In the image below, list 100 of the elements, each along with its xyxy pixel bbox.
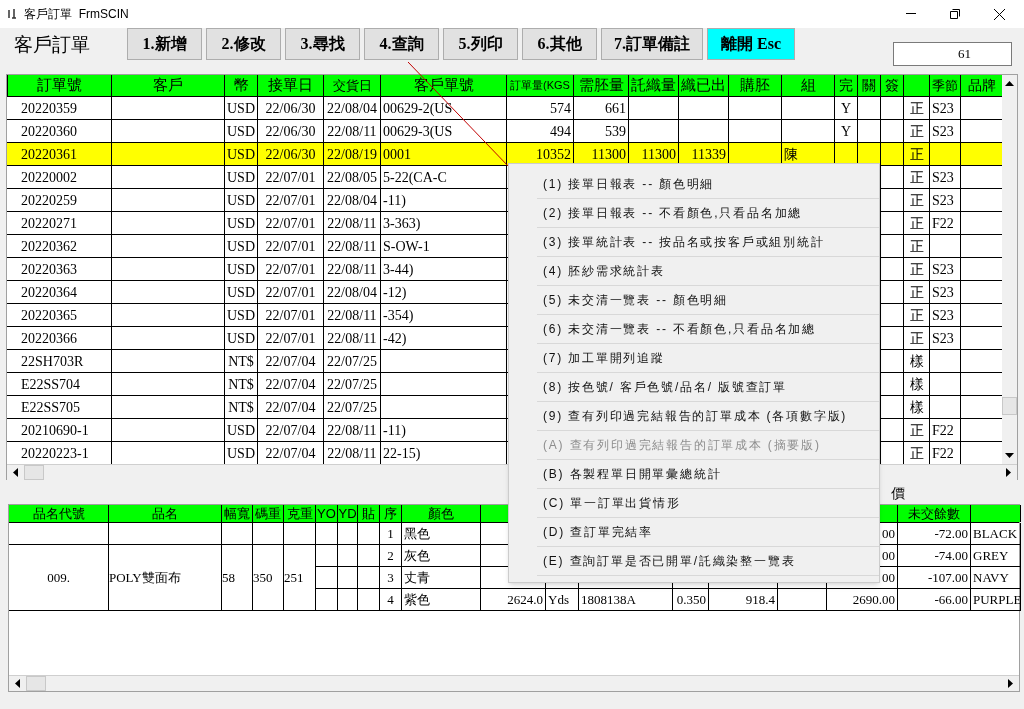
minimize-icon[interactable] xyxy=(906,13,916,15)
table-cell-text: E22SS704 xyxy=(21,375,81,394)
table-cell-text: -74.00 xyxy=(934,546,968,565)
order-row[interactable]: 20220360 USD 22/06/30 22/08/11 00629-3(US 494 539 Y 正 S23 xyxy=(7,120,1002,143)
toolbar-button[interactable]: 離開 Esc xyxy=(707,28,795,60)
column-header: 關 xyxy=(858,75,881,96)
table-cell-text: 丈青 xyxy=(404,568,430,587)
scrollbar-thumb[interactable] xyxy=(26,676,46,691)
table-cell-text: 22/07/01 xyxy=(265,191,316,210)
scrollbar-thumb[interactable] xyxy=(24,465,44,480)
toolbar-button[interactable]: 7.訂單備註 xyxy=(601,28,703,60)
column-header: 需胚量 xyxy=(574,75,629,96)
table-cell-text: 樣 xyxy=(909,352,924,371)
menu-item[interactable]: (D) 查訂單完結率 xyxy=(537,518,879,547)
order-row[interactable]: 20220361 USD 22/06/30 22/08/19 0001 10352 11300 11300 11339 陳 正 xyxy=(7,143,1002,166)
table-cell-text: 正 xyxy=(909,260,924,279)
table-cell-text: 539 xyxy=(605,122,626,141)
menu-item[interactable]: (E) 查詢訂單是否已開單/託織染整一覽表 xyxy=(537,547,879,576)
restore-icon[interactable] xyxy=(950,9,960,19)
right-arrow-icon xyxy=(1008,679,1013,688)
table-cell-text: 20220360 xyxy=(21,122,77,141)
column-header: 品牌 xyxy=(961,75,1002,96)
table-cell-text: 574 xyxy=(550,99,571,118)
close-icon[interactable] xyxy=(994,8,1005,20)
form-title: 客戶訂單 xyxy=(14,33,91,57)
table-cell-text: 正 xyxy=(909,306,924,325)
table-cell-text: F22 xyxy=(932,214,954,233)
table-cell-text: 350 xyxy=(253,568,273,587)
table-cell-text: 22/07/25 xyxy=(327,352,377,371)
table-cell-text: 正 xyxy=(909,99,924,118)
table-cell-text: NAVY xyxy=(973,568,1009,587)
table-cell-text: Yds xyxy=(548,590,569,609)
table-cell-text: 3-44) xyxy=(383,260,414,279)
table-cell-text: USD xyxy=(227,122,255,141)
column-header: 交貨日 xyxy=(324,75,381,96)
menu-item[interactable]: (2) 接單日報表 -- 不看顏色,只看品名加總 xyxy=(537,199,879,228)
menu-item[interactable]: (4) 胚紗需求統計表 xyxy=(537,257,879,286)
table-cell-text: 正 xyxy=(909,283,924,302)
menu-item[interactable]: (8) 按色號/ 客戶色號/品名/ 版號查訂單 xyxy=(537,373,879,402)
horizontal-scrollbar[interactable] xyxy=(9,675,1019,691)
table-cell-text: 22/08/05 xyxy=(327,168,377,187)
table-cell-text: 22/08/19 xyxy=(327,145,377,164)
table-cell-text: 0.350 xyxy=(676,590,706,609)
table-cell-text: 00629-2(US xyxy=(383,99,453,118)
toolbar-button[interactable]: 5.列印 xyxy=(443,28,518,60)
table-cell-text: 22/07/04 xyxy=(265,398,316,417)
table-cell-text: 3-363) xyxy=(383,214,421,233)
table-cell-text: 20220223-1 xyxy=(21,444,89,463)
table-cell-text: 22/08/04 xyxy=(327,99,377,118)
table-cell-text: -107.00 xyxy=(927,568,968,587)
menu-item[interactable]: (C) 單一訂單出貨情形 xyxy=(537,489,879,518)
table-cell-text: NT$ xyxy=(228,352,254,371)
toolbar-button[interactable]: 3.尋找 xyxy=(285,28,360,60)
table-cell-text: 00 xyxy=(882,568,895,587)
toolbar-button[interactable]: 4.查詢 xyxy=(364,28,439,60)
table-cell-text: USD xyxy=(227,306,255,325)
table-cell-text: BLACK xyxy=(973,524,1018,543)
menu-item[interactable]: (3) 接單統計表 -- 按品名或按客戶或組別統計 xyxy=(537,228,879,257)
table-cell-text: -72.00 xyxy=(934,524,968,543)
menu-item[interactable]: (6) 未交清一覽表 -- 不看顏色,只看品名加總 xyxy=(537,315,879,344)
menu-item[interactable]: (9) 查有列印過完結報告的訂單成本 (各項數字版) xyxy=(537,402,879,431)
table-cell-text: 00 xyxy=(882,524,895,543)
table-cell-text: -11) xyxy=(383,191,406,210)
table-cell-text: 3 xyxy=(387,568,394,587)
table-cell-text: 22/07/04 xyxy=(265,352,316,371)
toolbar-button[interactable]: 1.新增 xyxy=(127,28,202,60)
toolbar-button[interactable]: 2.修改 xyxy=(206,28,281,60)
table-cell-text: USD xyxy=(227,99,255,118)
menu-item[interactable]: (1) 接單日報表 -- 顏色明細 xyxy=(537,170,879,199)
column-header: YO xyxy=(316,505,338,522)
table-cell-text: USD xyxy=(227,329,255,348)
table-cell-text: 20220364 xyxy=(21,283,77,302)
column-header: 克重 xyxy=(284,505,316,522)
table-cell-text: E22SS705 xyxy=(21,398,81,417)
table-cell-text: 灰色 xyxy=(404,546,430,565)
table-cell-text: 22/08/04 xyxy=(327,191,377,210)
column-header: 購胚 xyxy=(729,75,782,96)
menu-item[interactable]: (5) 未交清一覽表 -- 顏色明細 xyxy=(537,286,879,315)
table-cell-text: 正 xyxy=(909,145,924,164)
column-header: 接單日 xyxy=(258,75,324,96)
table-cell-text: 4 xyxy=(387,590,394,609)
table-cell-text: 22/08/04 xyxy=(327,283,377,302)
menu-item[interactable]: (7) 加工單開列追蹤 xyxy=(537,344,879,373)
table-cell-text: 22/08/11 xyxy=(327,329,377,348)
toolbar-button[interactable]: 6.其他 xyxy=(522,28,597,60)
table-cell-text: 20220362 xyxy=(21,237,77,256)
table-cell-text: 正 xyxy=(909,168,924,187)
table-cell-text: 00629-3(US xyxy=(383,122,453,141)
table-cell-text: S23 xyxy=(932,329,954,348)
order-row[interactable]: 20220359 USD 22/06/30 22/08/04 00629-2(US 574 661 Y 正 S23 xyxy=(7,97,1002,120)
right-arrow-icon xyxy=(1006,468,1011,477)
table-cell-text: 22/07/01 xyxy=(265,168,316,187)
scrollbar-thumb[interactable] xyxy=(1002,397,1017,415)
menu-item[interactable]: (B) 各製程單日開單彙總統計 xyxy=(537,460,879,489)
table-cell-text: 661 xyxy=(605,99,626,118)
lookup-field[interactable]: 61 xyxy=(893,42,1012,66)
table-cell-text: 22/08/11 xyxy=(327,122,377,141)
table-cell-text: 20220361 xyxy=(21,145,77,164)
table-cell-text: 20220002 xyxy=(21,168,77,187)
table-cell-text: 22/06/30 xyxy=(265,99,316,118)
